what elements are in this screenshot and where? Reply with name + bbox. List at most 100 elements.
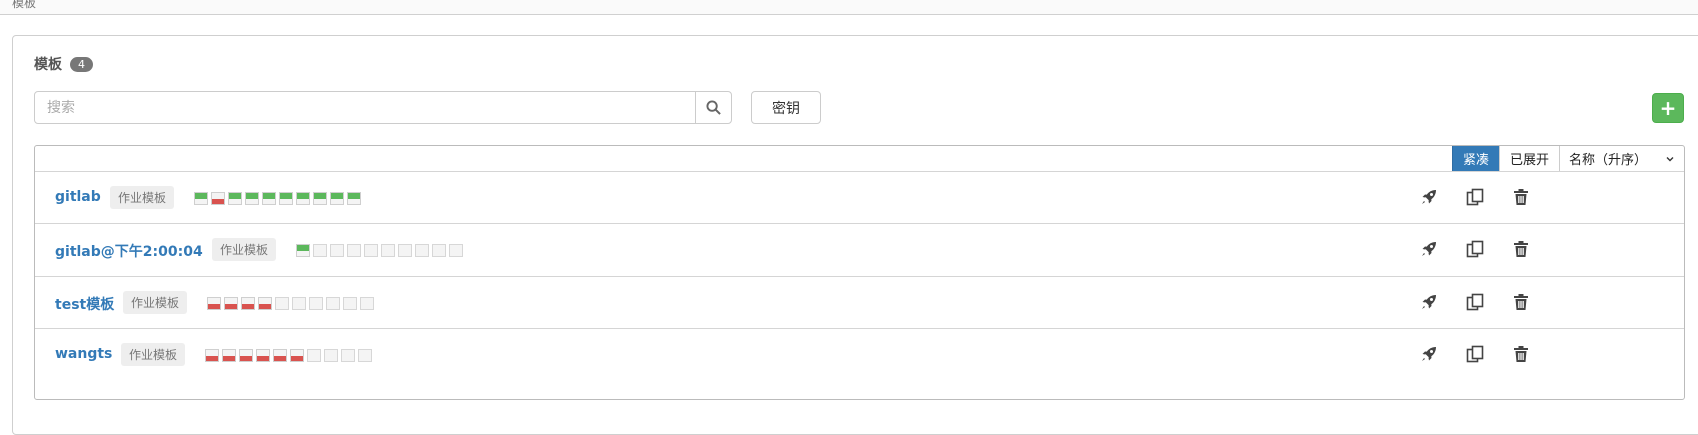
template-row: wangts 作业模板 [35, 328, 1684, 380]
top-bar-left-text: 模板 [12, 0, 37, 10]
rocket-icon [1422, 295, 1436, 309]
copy-icon [1466, 240, 1484, 258]
trash-icon [1514, 346, 1528, 362]
rocket-icon [1422, 190, 1436, 204]
templates-panel: 模板 4 密钥 + 紧凑 已展开 名称（升序） gitlab作业模板gitlab… [12, 35, 1698, 435]
template-type-tag: 作业模板 [110, 186, 175, 209]
panel-header: 模板 4 [34, 54, 93, 74]
trash-icon [1514, 241, 1528, 257]
delete-button[interactable] [1510, 343, 1532, 365]
copy-button[interactable] [1464, 186, 1486, 208]
job-status-empty [381, 244, 395, 257]
launch-button[interactable] [1418, 238, 1440, 260]
job-status-empty [343, 297, 357, 310]
job-status-empty [307, 349, 321, 362]
row-actions [1418, 343, 1532, 365]
top-bar: 模板 [0, 0, 1698, 15]
job-status-empty [275, 297, 289, 310]
rocket-icon [1422, 347, 1436, 361]
trash-icon [1514, 189, 1528, 205]
job-status-empty [309, 297, 323, 310]
job-status-failed[interactable] [205, 349, 219, 362]
search-icon [706, 100, 721, 115]
job-status-failed[interactable] [290, 349, 304, 362]
job-status-failed[interactable] [273, 349, 287, 362]
template-name-link[interactable]: test模板 [55, 294, 114, 314]
template-type-tag: 作业模板 [212, 238, 277, 261]
copy-button[interactable] [1464, 291, 1486, 313]
job-status-success[interactable] [228, 192, 242, 205]
copy-icon [1466, 345, 1484, 363]
template-name-link[interactable]: wangts [55, 346, 112, 362]
launch-button[interactable] [1418, 291, 1440, 313]
chevron-down-icon [1666, 156, 1674, 161]
search-button[interactable] [695, 92, 731, 123]
recent-jobs-sparkline [205, 349, 372, 362]
template-type-tag: 作业模板 [121, 343, 186, 366]
row-actions [1418, 186, 1532, 208]
copy-button[interactable] [1464, 238, 1486, 260]
job-status-success[interactable] [245, 192, 259, 205]
job-status-success[interactable] [279, 192, 293, 205]
add-button[interactable]: + [1652, 93, 1684, 123]
view-compact-toggle[interactable]: 紧凑 [1451, 146, 1499, 171]
job-status-empty [313, 244, 327, 257]
panel-title: 模板 [34, 57, 62, 73]
job-status-failed[interactable] [258, 297, 272, 310]
job-status-failed[interactable] [256, 349, 270, 362]
delete-button[interactable] [1510, 291, 1532, 313]
rocket-icon [1422, 242, 1436, 256]
job-status-empty [432, 244, 446, 257]
job-status-empty [364, 244, 378, 257]
job-status-success[interactable] [194, 192, 208, 205]
sort-select[interactable]: 名称（升序） [1559, 146, 1684, 171]
job-status-success[interactable] [330, 192, 344, 205]
job-status-empty [415, 244, 429, 257]
job-status-success[interactable] [296, 244, 310, 257]
template-row: gitlab@下午2:00:04 作业模板 [35, 223, 1684, 275]
job-status-failed[interactable] [222, 349, 236, 362]
job-status-empty [449, 244, 463, 257]
job-status-failed[interactable] [224, 297, 238, 310]
job-status-success[interactable] [262, 192, 276, 205]
job-status-failed[interactable] [239, 349, 253, 362]
job-status-success[interactable] [313, 192, 327, 205]
job-status-empty [292, 297, 306, 310]
count-badge: 4 [70, 56, 93, 72]
list-toolbar: 紧凑 已展开 名称（升序） [1451, 146, 1684, 171]
sort-select-label: 名称（升序） [1569, 153, 1648, 168]
template-type-tag: 作业模板 [123, 291, 188, 314]
delete-button[interactable] [1510, 238, 1532, 260]
search-input[interactable] [35, 92, 695, 123]
copy-button[interactable] [1464, 343, 1486, 365]
recent-jobs-sparkline [207, 297, 374, 310]
credentials-button[interactable]: 密钥 [751, 91, 821, 124]
template-name-link[interactable]: gitlab [55, 189, 101, 205]
job-status-failed[interactable] [241, 297, 255, 310]
template-list: 紧凑 已展开 名称（升序） gitlab 作业模板 gitlab@下午2:00:04… [34, 145, 1685, 400]
job-status-empty [360, 297, 374, 310]
job-status-success[interactable] [347, 192, 361, 205]
row-actions [1418, 291, 1532, 313]
job-status-success[interactable] [296, 192, 310, 205]
job-status-empty [341, 349, 355, 362]
launch-button[interactable] [1418, 186, 1440, 208]
view-expanded-toggle[interactable]: 已展开 [1498, 146, 1559, 171]
recent-jobs-sparkline [296, 244, 463, 257]
launch-button[interactable] [1418, 343, 1440, 365]
recent-jobs-sparkline [194, 192, 361, 205]
job-status-empty [330, 244, 344, 257]
job-status-empty [324, 349, 338, 362]
job-status-failed[interactable] [211, 192, 225, 205]
template-name-link[interactable]: gitlab@下午2:00:04 [55, 241, 203, 261]
job-status-empty [326, 297, 340, 310]
job-status-empty [358, 349, 372, 362]
job-status-empty [347, 244, 361, 257]
search-box [34, 91, 732, 124]
row-actions [1418, 238, 1532, 260]
trash-icon [1514, 294, 1528, 310]
delete-button[interactable] [1510, 186, 1532, 208]
job-status-empty [398, 244, 412, 257]
job-status-failed[interactable] [207, 297, 221, 310]
template-row: gitlab 作业模板 [35, 171, 1684, 223]
